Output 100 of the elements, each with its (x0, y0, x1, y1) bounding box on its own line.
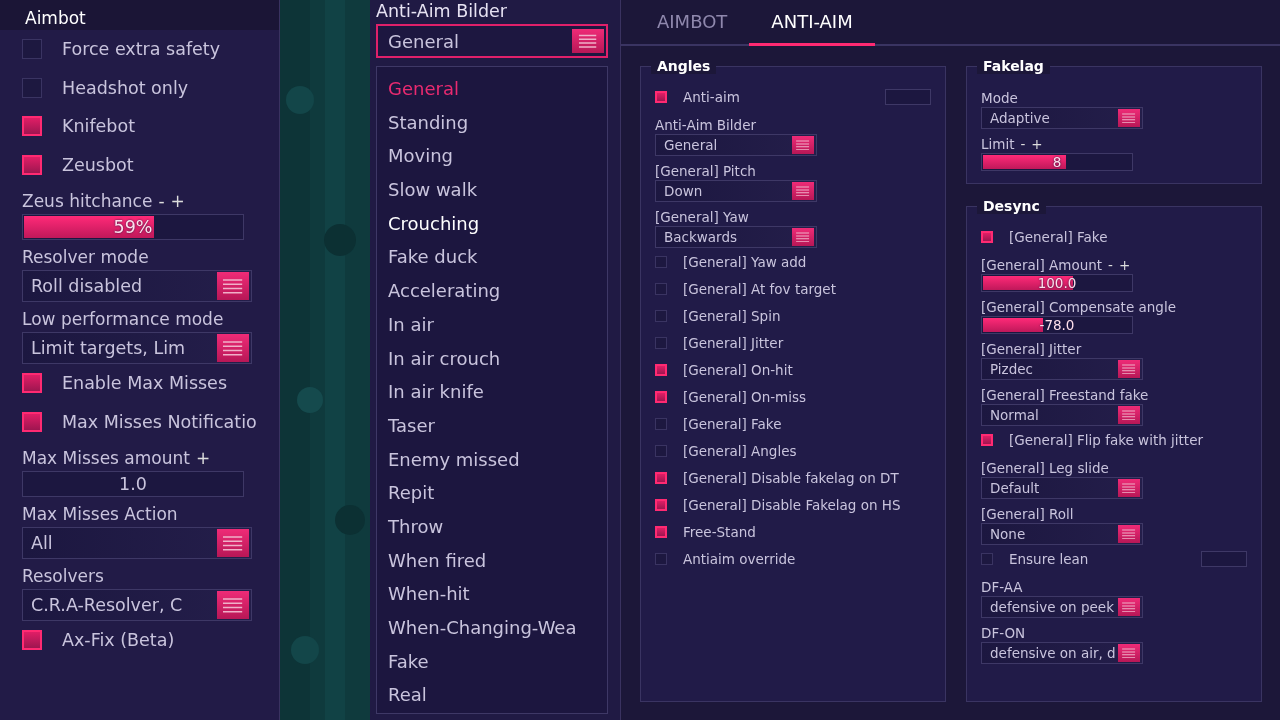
menu-icon[interactable] (1118, 644, 1140, 662)
dropdown[interactable]: defensive on air, d (981, 642, 1143, 664)
menu-icon[interactable] (1118, 479, 1140, 497)
checkbox-label: [General] Fake (683, 415, 782, 432)
checkbox[interactable] (655, 336, 667, 349)
dropdown[interactable]: Backwards (655, 226, 817, 248)
slider-value: 59% (113, 217, 153, 237)
menu-item[interactable]: Repit (388, 477, 607, 511)
menu-item[interactable]: Slow walk (388, 174, 607, 208)
menu-item[interactable]: Fake duck (388, 241, 607, 276)
checkbox-label: [General] Flip fake with jitter (1009, 431, 1203, 448)
checkbox-label: Enable Max Misses (62, 373, 227, 394)
menu-icon[interactable] (217, 529, 249, 557)
checkbox[interactable] (981, 433, 993, 446)
checkbox[interactable] (655, 498, 667, 511)
dropdown[interactable]: All (22, 527, 252, 559)
checkbox[interactable] (22, 77, 42, 98)
dropdown[interactable]: Down (655, 180, 817, 202)
stepper-button[interactable]: + (195, 448, 211, 468)
checkbox[interactable] (655, 309, 667, 322)
checkbox-label: Headshot only (62, 77, 189, 98)
dropdown[interactable]: Adaptive (981, 107, 1143, 129)
checkbox[interactable] (655, 363, 667, 376)
menu-icon[interactable] (217, 591, 249, 619)
menu-item[interactable]: Throw (388, 510, 607, 545)
checkbox-label: [General] Yaw add (683, 253, 807, 270)
menu-item[interactable]: Moving (388, 140, 607, 175)
checkbox[interactable] (22, 154, 42, 175)
menu-icon[interactable] (217, 272, 249, 300)
checkbox[interactable] (655, 552, 667, 565)
checkbox[interactable] (22, 411, 42, 432)
checkbox[interactable] (981, 230, 993, 243)
checkbox[interactable] (22, 116, 42, 137)
menu-item[interactable]: Crouching (388, 207, 607, 242)
menu-icon[interactable] (572, 29, 604, 53)
menu-icon[interactable] (1118, 406, 1140, 424)
checkbox[interactable] (655, 390, 667, 403)
dropdown-label: Resolver mode (22, 247, 149, 267)
menu-icon[interactable] (1118, 360, 1140, 378)
dropdown[interactable]: None (981, 523, 1143, 545)
menu-item[interactable]: Fake (388, 645, 607, 680)
dropdown-label: Low performance mode (22, 309, 224, 329)
dropdown[interactable]: General (655, 134, 817, 156)
checkbox-label: [General] At fov target (683, 280, 836, 297)
checkbox[interactable] (655, 90, 667, 103)
slider-label: [General] Amount (981, 256, 1103, 273)
dropdown[interactable]: C.R.A-Resolver, C (22, 589, 252, 621)
menu-item[interactable]: When-hit (388, 578, 607, 612)
menu-item[interactable]: Standing (388, 106, 607, 141)
checkbox[interactable] (655, 255, 667, 268)
menu-icon[interactable] (217, 334, 249, 362)
number-field[interactable]: 1.0 (22, 471, 244, 497)
dropdown[interactable]: Roll disabled (22, 270, 252, 302)
menu-icon[interactable] (1118, 109, 1140, 127)
keybind-field[interactable] (885, 88, 931, 105)
menu-item[interactable]: When fired (388, 544, 607, 579)
menu-icon[interactable] (1118, 598, 1140, 616)
dropdown[interactable]: Limit targets, Lim (22, 332, 252, 364)
dropdown[interactable]: defensive on peek (981, 596, 1143, 618)
stepper-button[interactable]: + (1031, 135, 1043, 152)
checkbox[interactable] (981, 552, 993, 565)
keybind-field[interactable] (1201, 550, 1247, 567)
dropdown[interactable]: Normal (981, 404, 1143, 426)
checkbox[interactable] (22, 39, 42, 60)
menu-item[interactable]: In air crouch (388, 342, 607, 377)
menu-item[interactable]: When-Changing-Wea (388, 612, 607, 646)
checkbox[interactable] (22, 373, 42, 394)
menu-item[interactable]: In air (388, 308, 607, 343)
slider[interactable]: 8 (981, 153, 1133, 171)
slider[interactable]: 59% (22, 214, 244, 240)
stepper-button[interactable]: - (1020, 135, 1026, 152)
checkbox[interactable] (655, 444, 667, 457)
menu-icon[interactable] (792, 228, 814, 246)
checkbox[interactable] (655, 417, 667, 430)
menu-item[interactable]: Enemy missed (388, 443, 607, 478)
menu-icon[interactable] (792, 136, 814, 154)
checkbox[interactable] (655, 471, 667, 484)
tab[interactable]: ANTI-AIM (749, 0, 875, 46)
checkbox-label: Anti-aim (683, 88, 740, 105)
dropdown[interactable]: Default (981, 477, 1143, 499)
dropdown-label: Anti-Aim Bilder (655, 116, 757, 133)
menu-icon[interactable] (792, 182, 814, 200)
checkbox[interactable] (655, 282, 667, 295)
stepper-button[interactable]: - (1108, 256, 1113, 273)
dropdown-label: [General] Jitter (981, 340, 1082, 357)
menu-item[interactable]: General (388, 73, 607, 107)
menu-item[interactable]: Taser (388, 409, 607, 444)
stepper-button[interactable]: - (158, 191, 165, 211)
stepper-button[interactable]: + (170, 191, 185, 211)
menu-icon[interactable] (1118, 525, 1140, 543)
checkbox[interactable] (655, 525, 667, 538)
menu-item[interactable]: Accelerating (388, 275, 607, 309)
menu-item[interactable]: In air knife (388, 376, 607, 410)
stepper-button[interactable]: + (1118, 256, 1131, 273)
dropdown[interactable]: General (376, 24, 608, 58)
menu-item[interactable]: Real (388, 679, 607, 713)
checkbox-label: [General] Jitter (683, 334, 784, 351)
tab[interactable]: AIMBOT (635, 0, 750, 46)
checkbox[interactable] (22, 630, 42, 651)
dropdown[interactable]: Pizdec (981, 358, 1143, 380)
